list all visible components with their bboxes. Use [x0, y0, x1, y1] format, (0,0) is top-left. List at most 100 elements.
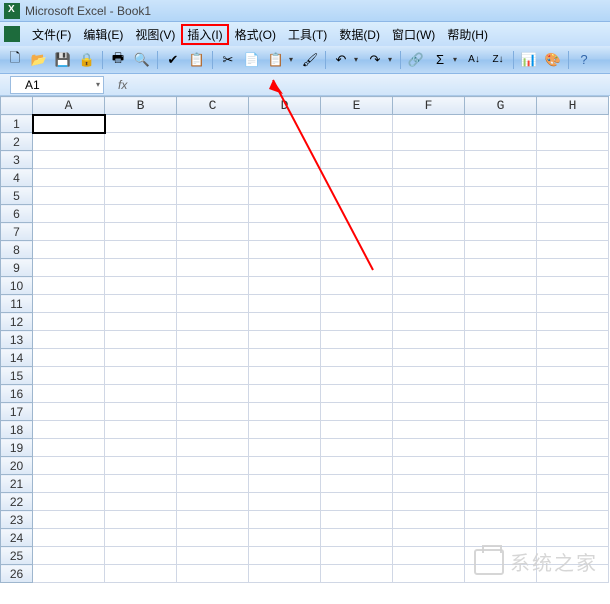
- cell-A15[interactable]: [33, 367, 105, 385]
- cell-H16[interactable]: [537, 385, 609, 403]
- menu-edit[interactable]: 编辑(E): [77, 24, 129, 45]
- cell-H1[interactable]: [537, 115, 609, 133]
- col-head-G[interactable]: G: [465, 97, 537, 115]
- cell-F16[interactable]: [393, 385, 465, 403]
- grid-table[interactable]: ABCDEFGH12345678910111213141516171819202…: [0, 96, 609, 583]
- cell-F4[interactable]: [393, 169, 465, 187]
- cell-A6[interactable]: [33, 205, 105, 223]
- row-head-2[interactable]: 2: [1, 133, 33, 151]
- cell-D4[interactable]: [249, 169, 321, 187]
- cell-D19[interactable]: [249, 439, 321, 457]
- cell-D24[interactable]: [249, 529, 321, 547]
- cell-D25[interactable]: [249, 547, 321, 565]
- cell-A21[interactable]: [33, 475, 105, 493]
- cell-D17[interactable]: [249, 403, 321, 421]
- cell-B10[interactable]: [105, 277, 177, 295]
- cell-F25[interactable]: [393, 547, 465, 565]
- cell-D20[interactable]: [249, 457, 321, 475]
- cell-G6[interactable]: [465, 205, 537, 223]
- cell-A14[interactable]: [33, 349, 105, 367]
- cell-B20[interactable]: [105, 457, 177, 475]
- cell-F20[interactable]: [393, 457, 465, 475]
- cell-F6[interactable]: [393, 205, 465, 223]
- cell-A5[interactable]: [33, 187, 105, 205]
- cell-G10[interactable]: [465, 277, 537, 295]
- cell-F14[interactable]: [393, 349, 465, 367]
- cell-D10[interactable]: [249, 277, 321, 295]
- cell-A23[interactable]: [33, 511, 105, 529]
- cell-G5[interactable]: [465, 187, 537, 205]
- preview-icon[interactable]: 🔍: [131, 49, 153, 71]
- cell-F13[interactable]: [393, 331, 465, 349]
- cell-A19[interactable]: [33, 439, 105, 457]
- cell-F18[interactable]: [393, 421, 465, 439]
- cell-E1[interactable]: [321, 115, 393, 133]
- cell-F5[interactable]: [393, 187, 465, 205]
- cell-E18[interactable]: [321, 421, 393, 439]
- cell-B4[interactable]: [105, 169, 177, 187]
- format-painter-icon[interactable]: 🖌: [299, 49, 321, 71]
- cell-E7[interactable]: [321, 223, 393, 241]
- cell-E19[interactable]: [321, 439, 393, 457]
- cell-B14[interactable]: [105, 349, 177, 367]
- cell-C21[interactable]: [177, 475, 249, 493]
- row-head-23[interactable]: 23: [1, 511, 33, 529]
- cell-A20[interactable]: [33, 457, 105, 475]
- cell-H19[interactable]: [537, 439, 609, 457]
- cell-A17[interactable]: [33, 403, 105, 421]
- autosum-icon[interactable]: Σ: [429, 49, 451, 71]
- cell-F21[interactable]: [393, 475, 465, 493]
- cell-C19[interactable]: [177, 439, 249, 457]
- cell-H3[interactable]: [537, 151, 609, 169]
- menu-insert[interactable]: 插入(I): [181, 24, 228, 45]
- row-head-16[interactable]: 16: [1, 385, 33, 403]
- cell-B6[interactable]: [105, 205, 177, 223]
- cell-D21[interactable]: [249, 475, 321, 493]
- cell-E20[interactable]: [321, 457, 393, 475]
- help-icon[interactable]: ?: [573, 49, 595, 71]
- col-head-D[interactable]: D: [249, 97, 321, 115]
- paste-dropdown[interactable]: ▾: [289, 55, 297, 64]
- permissions-icon[interactable]: 🔒: [76, 49, 98, 71]
- row-head-13[interactable]: 13: [1, 331, 33, 349]
- cell-B17[interactable]: [105, 403, 177, 421]
- row-head-20[interactable]: 20: [1, 457, 33, 475]
- cell-F17[interactable]: [393, 403, 465, 421]
- cell-A13[interactable]: [33, 331, 105, 349]
- cut-icon[interactable]: ✂: [217, 49, 239, 71]
- cell-D3[interactable]: [249, 151, 321, 169]
- cell-H7[interactable]: [537, 223, 609, 241]
- cell-E12[interactable]: [321, 313, 393, 331]
- row-head-4[interactable]: 4: [1, 169, 33, 187]
- cell-C24[interactable]: [177, 529, 249, 547]
- cell-C10[interactable]: [177, 277, 249, 295]
- cell-H13[interactable]: [537, 331, 609, 349]
- cell-C3[interactable]: [177, 151, 249, 169]
- row-head-19[interactable]: 19: [1, 439, 33, 457]
- cell-G16[interactable]: [465, 385, 537, 403]
- cell-D18[interactable]: [249, 421, 321, 439]
- fx-icon[interactable]: fx: [118, 78, 127, 92]
- cell-C4[interactable]: [177, 169, 249, 187]
- cell-D11[interactable]: [249, 295, 321, 313]
- cell-B13[interactable]: [105, 331, 177, 349]
- cell-B2[interactable]: [105, 133, 177, 151]
- cell-B5[interactable]: [105, 187, 177, 205]
- cell-H2[interactable]: [537, 133, 609, 151]
- cell-C26[interactable]: [177, 565, 249, 583]
- row-head-24[interactable]: 24: [1, 529, 33, 547]
- row-head-12[interactable]: 12: [1, 313, 33, 331]
- cell-A1[interactable]: [33, 115, 105, 133]
- undo-icon[interactable]: ↶: [330, 49, 352, 71]
- cell-C23[interactable]: [177, 511, 249, 529]
- row-head-9[interactable]: 9: [1, 259, 33, 277]
- cell-G12[interactable]: [465, 313, 537, 331]
- col-head-A[interactable]: A: [33, 97, 105, 115]
- chart-icon[interactable]: 📊: [518, 49, 540, 71]
- row-head-6[interactable]: 6: [1, 205, 33, 223]
- cell-B21[interactable]: [105, 475, 177, 493]
- cell-H17[interactable]: [537, 403, 609, 421]
- cell-G15[interactable]: [465, 367, 537, 385]
- cell-C20[interactable]: [177, 457, 249, 475]
- cell-G9[interactable]: [465, 259, 537, 277]
